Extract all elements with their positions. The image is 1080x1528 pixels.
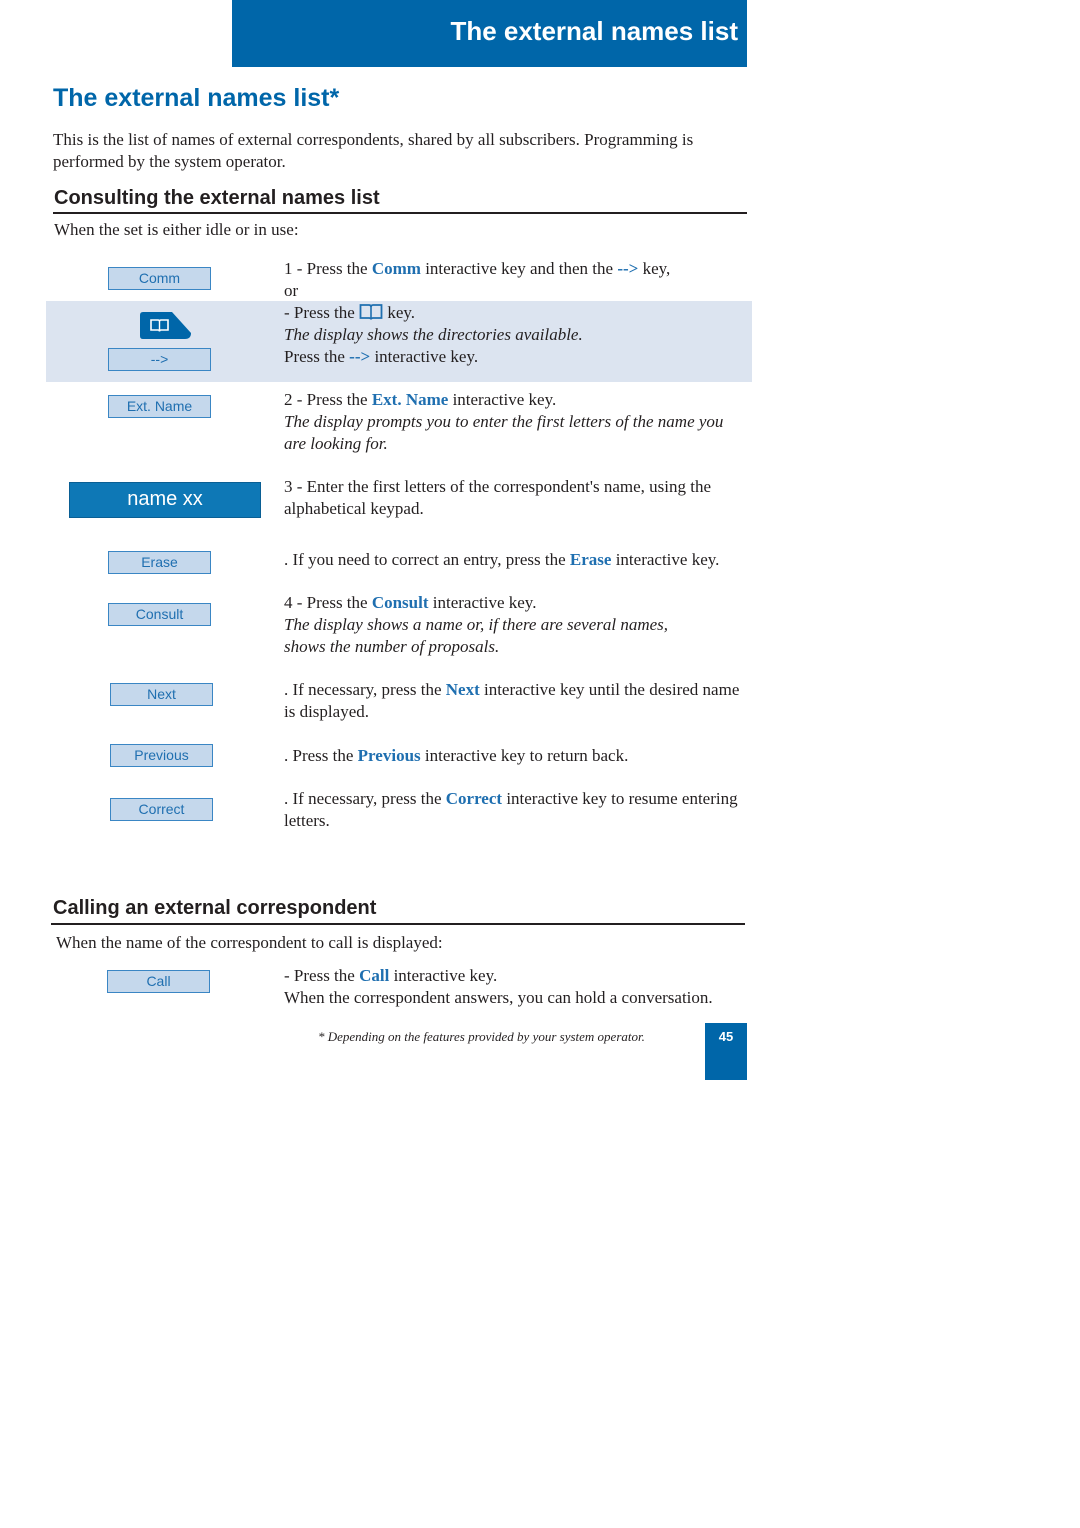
step-text: . Press the xyxy=(284,746,358,765)
step-call: - Press the Call interactive key. When t… xyxy=(284,965,754,1009)
step-erase: . If you need to correct an entry, press… xyxy=(284,549,749,571)
step-2: 2 - Press the Ext. Name interactive key.… xyxy=(284,389,749,455)
step-note: The display shows the directories availa… xyxy=(284,325,583,344)
step-note: The display shows a name or, if there ar… xyxy=(284,615,669,656)
previous-key[interactable]: Previous xyxy=(110,744,213,767)
keyword-correct: Correct xyxy=(445,789,503,808)
correct-key[interactable]: Correct xyxy=(110,798,213,821)
step-text: . If necessary, press the xyxy=(284,680,446,699)
footnote: * Depending on the features provided by … xyxy=(318,1029,645,1044)
step-text: interactive key. xyxy=(448,390,557,409)
step-correct: . If necessary, press the Correct intera… xyxy=(284,788,749,832)
step-text: interactive key. xyxy=(428,593,537,612)
step-3: 3 - Enter the first letters of the corre… xyxy=(284,476,749,520)
step-text: . If necessary, press the xyxy=(284,789,446,808)
ext-name-key[interactable]: Ext. Name xyxy=(108,395,211,418)
keyword-next: Next xyxy=(445,680,480,699)
section-heading-calling: Calling an external correspondent xyxy=(53,897,377,919)
step-text: When the correspondent answers, you can … xyxy=(284,988,713,1007)
intro-paragraph: This is the list of names of external co… xyxy=(53,130,694,171)
step-text: . If you need to correct an entry, press… xyxy=(284,550,570,569)
book-icon xyxy=(359,304,383,320)
step-text: Press the xyxy=(284,347,350,366)
display-screen: name xx xyxy=(69,482,261,518)
step-text: 2 - Press the xyxy=(284,390,372,409)
consulting-condition: When the set is either idle or in use: xyxy=(54,220,299,239)
step-text: interactive key to return back. xyxy=(420,746,629,765)
step-text: 3 - Enter the first letters of the corre… xyxy=(284,477,711,518)
keyword-previous: Previous xyxy=(357,746,421,765)
step-text: key, xyxy=(638,259,671,278)
section-rule xyxy=(53,212,747,214)
step-text: interactive key. xyxy=(611,550,720,569)
page-title: The external names list* xyxy=(53,84,340,112)
step-text: key. xyxy=(383,303,416,322)
step-text: 4 - Press the xyxy=(284,593,372,612)
step-1-alternative: - Press the key. The display shows the d… xyxy=(284,302,749,368)
step-text: interactive key. xyxy=(389,966,498,985)
next-key[interactable]: Next xyxy=(110,683,213,706)
book-icon xyxy=(140,312,191,339)
or-text: or xyxy=(284,281,299,300)
step-previous: . Press the Previous interactive key to … xyxy=(284,745,749,767)
step-text: - Press the xyxy=(284,966,360,985)
consult-key[interactable]: Consult xyxy=(108,603,211,626)
page-number-tab: 45 xyxy=(705,1023,747,1080)
chapter-title: The external names list xyxy=(450,16,738,46)
arrow-key[interactable]: --> xyxy=(108,348,211,371)
step-text: interactive key. xyxy=(370,347,479,366)
keyword-comm: Comm xyxy=(371,259,421,278)
section-rule xyxy=(51,923,745,925)
keyword-erase: Erase xyxy=(569,550,612,569)
step-text: interactive key and then the xyxy=(420,259,618,278)
section-heading-consulting: Consulting the external names list xyxy=(54,187,380,209)
step-note: The display prompts you to enter the fir… xyxy=(284,412,724,453)
erase-key[interactable]: Erase xyxy=(108,551,211,574)
page-number: 45 xyxy=(718,1029,734,1044)
step-text: - Press the xyxy=(284,303,360,322)
step-next: . If necessary, press the Next interacti… xyxy=(284,679,749,723)
keyword-ext-name: Ext. Name xyxy=(371,390,449,409)
chapter-header-bar: The external names list xyxy=(232,0,747,67)
step-4: 4 - Press the Consult interactive key. T… xyxy=(284,592,749,658)
comm-key[interactable]: Comm xyxy=(108,267,211,290)
step-text: 1 - Press the xyxy=(284,259,372,278)
keyword-arrow: --> xyxy=(349,347,371,366)
keyword-consult: Consult xyxy=(371,593,429,612)
call-key[interactable]: Call xyxy=(107,970,210,993)
keyword-call: Call xyxy=(359,966,390,985)
keyword-arrow: --> xyxy=(617,259,639,278)
step-1: 1 - Press the Comm interactive key and t… xyxy=(284,258,749,302)
directory-key[interactable] xyxy=(140,312,191,339)
calling-condition: When the name of the correspondent to ca… xyxy=(56,933,443,952)
